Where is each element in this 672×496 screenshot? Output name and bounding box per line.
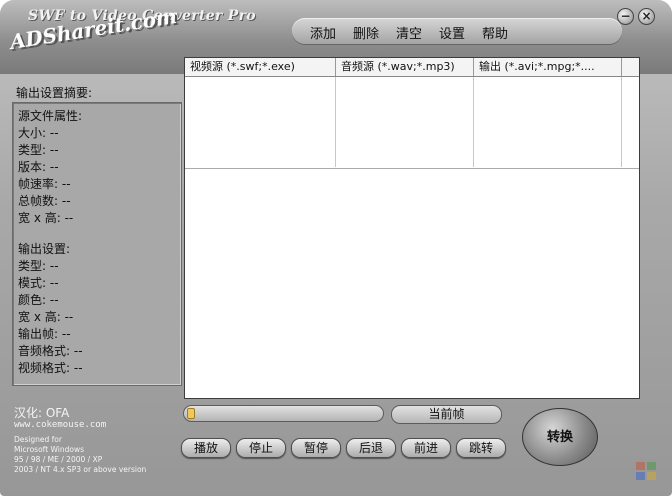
convert-button[interactable]: 转换 bbox=[522, 408, 598, 466]
designed-for-line-1: Designed for bbox=[14, 435, 62, 444]
column-divider bbox=[335, 77, 336, 167]
current-frame-label: 当前帧 bbox=[391, 405, 502, 424]
progress-indicator[interactable] bbox=[187, 408, 195, 419]
column-video-source[interactable]: 视频源 (*.swf;*.exe) bbox=[185, 58, 336, 76]
play-button[interactable]: 播放 bbox=[181, 438, 231, 458]
output-dimensions: 宽 x 高: -- bbox=[18, 310, 74, 324]
column-divider bbox=[473, 77, 474, 167]
designed-for-line-3: 95 / 98 / ME / 2000 / XP bbox=[14, 455, 103, 464]
pause-button[interactable]: 暂停 bbox=[291, 438, 341, 458]
output-video-format: 视频格式: -- bbox=[18, 361, 83, 375]
output-frames: 输出帧: -- bbox=[18, 327, 71, 341]
summary-panel: 源文件属性: 大小: -- 类型: -- 版本: -- 帧速率: -- 总帧数:… bbox=[12, 102, 182, 386]
designed-for-line-2: Microsoft Windows bbox=[14, 445, 84, 454]
output-type: 类型: -- bbox=[18, 259, 59, 273]
credits-website[interactable]: www.cokemouse.com bbox=[14, 420, 106, 430]
menu-help[interactable]: 帮助 bbox=[482, 23, 508, 42]
output-mode: 模式: -- bbox=[18, 276, 59, 290]
close-icon[interactable]: × bbox=[638, 8, 655, 25]
rewind-button[interactable]: 后退 bbox=[346, 438, 396, 458]
source-framerate: 帧速率: -- bbox=[18, 177, 71, 191]
menu-settings[interactable]: 设置 bbox=[439, 23, 465, 42]
column-output[interactable]: 输出 (*.avi;*.mpg;*.... bbox=[474, 58, 622, 76]
source-dimensions: 宽 x 高: -- bbox=[18, 211, 74, 225]
file-list-panel[interactable]: 视频源 (*.swf;*.exe) 音频源 (*.wav;*.mp3) 输出 (… bbox=[184, 57, 640, 399]
menu-delete[interactable]: 删除 bbox=[353, 23, 379, 42]
summary-header: 输出设置摘要: bbox=[16, 86, 93, 100]
output-audio-format: 音频格式: -- bbox=[18, 344, 83, 358]
menu-clear[interactable]: 清空 bbox=[396, 23, 422, 42]
output-heading: 输出设置: bbox=[18, 242, 71, 256]
source-total-frames: 总帧数: -- bbox=[18, 194, 71, 208]
column-audio-source[interactable]: 音频源 (*.wav;*.mp3) bbox=[336, 58, 474, 76]
source-heading: 源文件属性: bbox=[18, 109, 83, 123]
menu-add[interactable]: 添加 bbox=[310, 23, 336, 42]
output-color: 颜色: -- bbox=[18, 293, 59, 307]
progress-bar bbox=[183, 405, 384, 422]
designed-for-line-4: 2003 / NT 4.x SP3 or above version bbox=[14, 465, 147, 474]
file-list-header: 视频源 (*.swf;*.exe) 音频源 (*.wav;*.mp3) 输出 (… bbox=[185, 58, 639, 77]
app-window: SWF to Video Converter Pro ADShareit.com… bbox=[0, 0, 672, 496]
file-list-divider bbox=[185, 168, 639, 169]
source-version: 版本: -- bbox=[18, 160, 59, 174]
localized-by: 汉化: OFA bbox=[14, 406, 70, 420]
minimize-icon[interactable]: − bbox=[617, 8, 634, 25]
source-size: 大小: -- bbox=[18, 126, 59, 140]
menu-bar: 添加 删除 清空 设置 帮助 bbox=[292, 18, 622, 44]
forward-button[interactable]: 前进 bbox=[401, 438, 451, 458]
jump-button[interactable]: 跳转 bbox=[456, 438, 506, 458]
source-type: 类型: -- bbox=[18, 143, 59, 157]
stop-button[interactable]: 停止 bbox=[236, 438, 286, 458]
windows-logo-icon bbox=[636, 462, 660, 482]
column-divider bbox=[621, 77, 622, 167]
